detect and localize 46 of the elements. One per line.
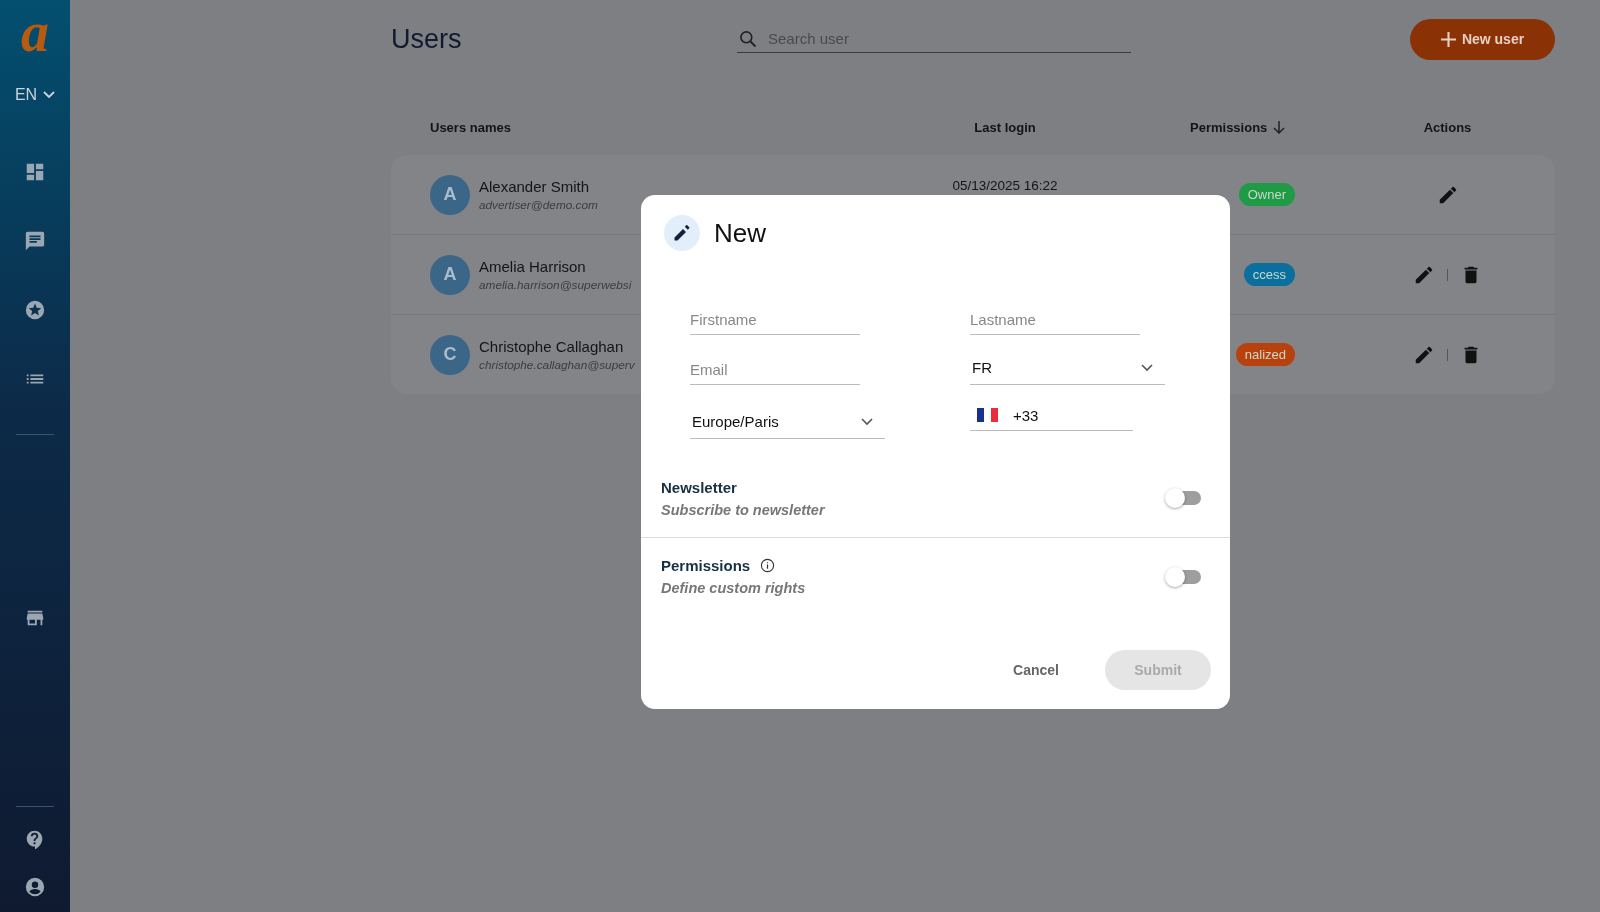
- plus-icon: [1440, 31, 1456, 47]
- info-icon[interactable]: [760, 558, 776, 573]
- cancel-button[interactable]: Cancel: [1007, 661, 1065, 679]
- user-name: Amelia Harrison: [479, 257, 587, 275]
- toggle-label: Permissions: [661, 557, 751, 574]
- flag-icon: [977, 408, 998, 422]
- user-email: amelia.harrison@superwebsi: [479, 277, 632, 292]
- text-field[interactable]: Firstname: [690, 305, 860, 335]
- toggle-label: Newsletter: [661, 478, 737, 496]
- user-name: Christophe Callaghan: [479, 337, 625, 355]
- column-header[interactable]: Last login: [900, 119, 1110, 135]
- dropdown-field[interactable]: Europe/Paris: [690, 405, 885, 439]
- toggle-switch[interactable]: [1167, 569, 1201, 584]
- text-field[interactable]: Lastname: [970, 305, 1140, 335]
- new-user-button[interactable]: New user: [1410, 18, 1555, 60]
- user-email: christophe.callaghan@superv: [479, 357, 635, 372]
- text-field[interactable]: Email: [690, 355, 860, 385]
- chevron-icon: [1141, 363, 1153, 372]
- avatar: A: [430, 174, 470, 215]
- column-header[interactable]: Users names: [430, 119, 900, 135]
- chevron-icon: [43, 91, 56, 99]
- page-title: Users: [391, 23, 463, 55]
- dialog-title: New: [714, 217, 766, 249]
- dropdown-field[interactable]: FR: [970, 351, 1165, 385]
- permission-badge: Owner: [1238, 183, 1295, 206]
- toggle-hint: Define custom rights: [661, 580, 806, 596]
- star-icon[interactable]: [24, 299, 46, 321]
- avatar: A: [430, 254, 470, 295]
- chevron-icon: [861, 417, 873, 426]
- column-header[interactable]: Actions: [1380, 119, 1515, 135]
- account-icon[interactable]: [24, 876, 46, 898]
- avatar: C: [430, 334, 470, 375]
- search-icon: [738, 29, 758, 49]
- sort-arrow-icon: [1273, 120, 1286, 134]
- last-login: 05/13/2025 16:22: [952, 178, 1058, 193]
- pencil-icon: [664, 215, 700, 251]
- toggle-hint: Subscribe to newsletter: [661, 501, 825, 518]
- column-header[interactable]: Permissions: [1110, 119, 1380, 135]
- language-selector[interactable]: EN: [14, 86, 56, 104]
- permission-badge: nalized: [1235, 343, 1295, 366]
- user-email: advertiser@demo.com: [479, 197, 598, 212]
- chat-icon[interactable]: [24, 230, 46, 252]
- user-name: Alexander Smith: [479, 177, 591, 195]
- dashboard-icon[interactable]: [24, 161, 46, 183]
- permission-badge: ccess: [1243, 263, 1295, 286]
- toggle-switch[interactable]: [1167, 491, 1201, 505]
